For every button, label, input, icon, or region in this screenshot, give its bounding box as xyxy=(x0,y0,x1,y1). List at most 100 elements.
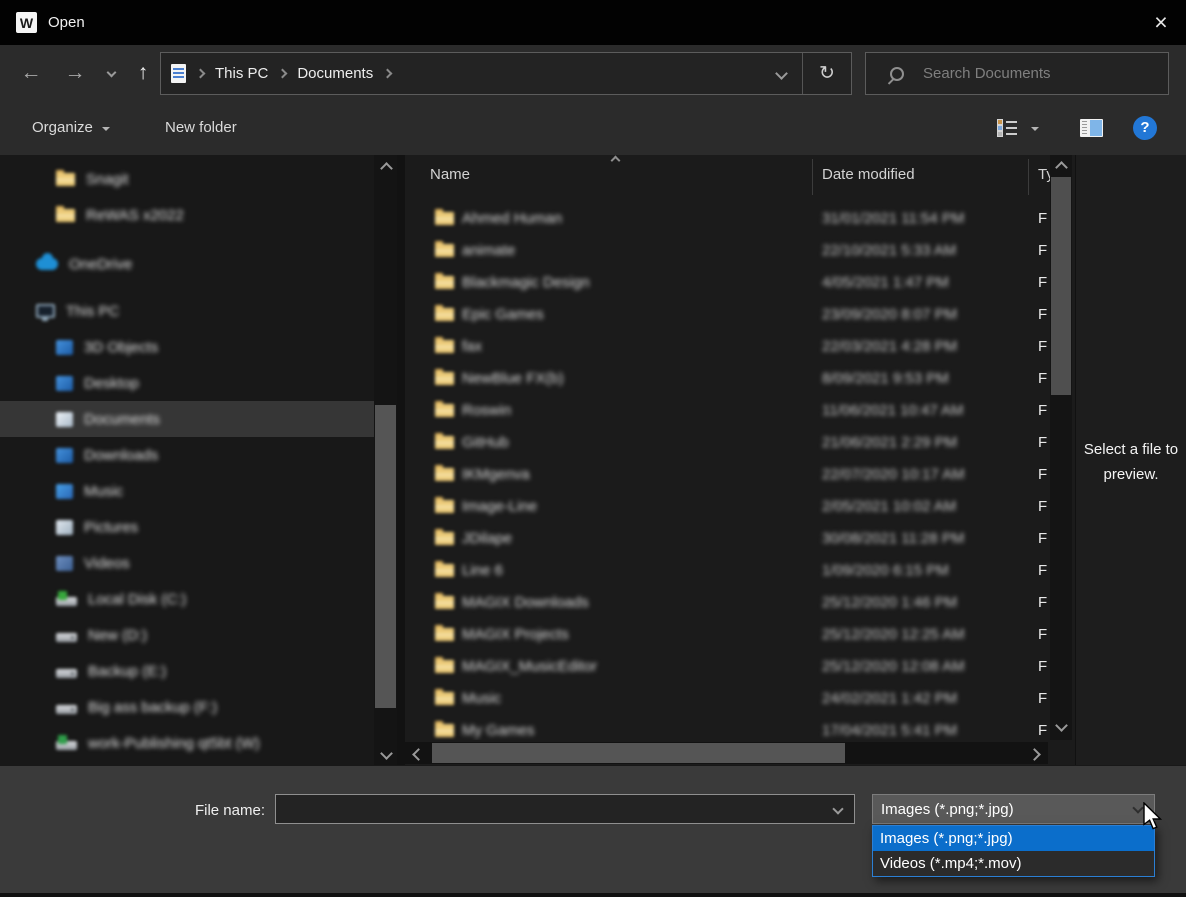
scroll-down-icon[interactable] xyxy=(1055,719,1068,732)
sidebar-item[interactable]: This PC xyxy=(0,293,374,329)
column-divider[interactable] xyxy=(1028,159,1029,195)
organize-button[interactable]: Organize xyxy=(32,100,110,155)
sidebar-item[interactable]: New (D:) xyxy=(0,617,374,653)
scroll-left-icon[interactable] xyxy=(412,748,425,761)
file-row[interactable]: Line 6 1/09/2020 6:15 PM F xyxy=(405,555,1048,587)
column-divider[interactable] xyxy=(812,159,813,195)
sidebar-item[interactable]: Snagit xyxy=(0,161,374,197)
sidebar-item[interactable]: Downloads xyxy=(0,437,374,473)
file-row[interactable]: Roswin 11/06/2021 10:47 AM F xyxy=(405,395,1048,427)
sidebar-item[interactable]: Big ass backup (F:) xyxy=(0,689,374,725)
new-folder-button[interactable]: New folder xyxy=(165,100,237,155)
file-row[interactable]: fax 22/03/2021 4:28 PM F xyxy=(405,331,1048,363)
file-date-modified: 22/10/2021 5:33 AM xyxy=(822,242,956,259)
file-type-option[interactable]: Videos (*.mp4;*.mov) xyxy=(873,851,1154,876)
file-row[interactable]: Epic Games 23/09/2020 8:07 PM F xyxy=(405,299,1048,331)
file-row[interactable]: NewBlue FX(b) 8/09/2021 9:53 PM F xyxy=(405,363,1048,395)
new-folder-label: New folder xyxy=(165,119,237,136)
forward-button[interactable]: → xyxy=(58,45,92,100)
sidebar-item[interactable]: Backup (E:) xyxy=(0,653,374,689)
breadcrumb-chevron-icon xyxy=(383,69,393,79)
column-headers: Name Date modified Ty xyxy=(405,155,1048,199)
sidebar-item[interactable]: Desktop xyxy=(0,365,374,401)
file-row[interactable]: IKMgenva 22/07/2020 10:17 AM F xyxy=(405,459,1048,491)
folder-icon xyxy=(435,660,454,673)
sidebar-item-label: ReWAS x2022 xyxy=(86,207,184,224)
scrollbar-thumb[interactable] xyxy=(1051,177,1071,395)
file-name: Image-Line xyxy=(462,498,537,515)
scroll-right-icon[interactable] xyxy=(1028,748,1041,761)
file-list: Ahmed Human 31/01/2021 11:54 PM F animat… xyxy=(405,203,1048,740)
file-row[interactable]: Music 24/02/2021 1:42 PM F xyxy=(405,683,1048,715)
sidebar-item-icon xyxy=(56,173,75,186)
mouse-cursor xyxy=(1143,802,1163,831)
sidebar-item[interactable]: Music xyxy=(0,473,374,509)
address-bar[interactable]: This PC Documents ↻ xyxy=(160,52,852,95)
column-header-date-modified[interactable]: Date modified xyxy=(822,166,915,183)
folder-tree: Snagit ReWAS x2022 OneDrive This PC 3D O… xyxy=(0,155,374,765)
refresh-button[interactable]: ↻ xyxy=(803,62,851,85)
horizontal-scrollbar[interactable] xyxy=(405,742,1048,764)
file-type-select[interactable]: Images (*.png;*.jpg) xyxy=(872,794,1155,824)
sidebar-item[interactable]: work-Publishing qt5bt (W) xyxy=(0,725,374,761)
file-type: F xyxy=(1038,210,1047,227)
command-toolbar: Organize New folder ? xyxy=(0,100,1186,155)
sidebar-item[interactable]: Videos xyxy=(0,545,374,581)
sidebar-item[interactable]: Local Disk (C:) xyxy=(0,581,374,617)
file-type-option[interactable]: Images (*.png;*.jpg) xyxy=(873,826,1154,851)
breadcrumb-item[interactable]: This PC xyxy=(215,65,268,82)
sidebar-item[interactable]: Documents xyxy=(0,401,374,437)
sidebar-item[interactable]: Pictures xyxy=(0,509,374,545)
sidebar-item[interactable]: ReWAS x2022 xyxy=(0,197,374,233)
main-area: Snagit ReWAS x2022 OneDrive This PC 3D O… xyxy=(0,155,1186,765)
preview-pane-button[interactable] xyxy=(1080,100,1103,155)
sidebar-item-label: Downloads xyxy=(84,447,158,464)
up-button[interactable]: ↑ xyxy=(128,45,158,100)
file-name: Roswin xyxy=(462,402,511,419)
file-type: F xyxy=(1038,626,1047,643)
document-icon xyxy=(171,64,186,83)
sidebar-item[interactable]: 3D Objects xyxy=(0,329,374,365)
recent-locations-button[interactable] xyxy=(98,45,124,100)
scrollbar-thumb[interactable] xyxy=(432,743,845,763)
preview-pane-icon xyxy=(1080,119,1103,137)
sidebar-item-label: New (D:) xyxy=(88,627,147,644)
window-bottom-edge xyxy=(0,893,1186,897)
file-row[interactable]: My Games 17/04/2021 5:41 PM F xyxy=(405,715,1048,740)
scroll-up-icon[interactable] xyxy=(380,162,393,175)
file-row[interactable]: animate 22/10/2021 5:33 AM F xyxy=(405,235,1048,267)
file-name-input[interactable] xyxy=(276,795,826,825)
sidebar-scrollbar[interactable] xyxy=(374,155,397,765)
address-dropdown-button[interactable] xyxy=(760,53,802,94)
file-date-modified: 25/12/2020 12:08 AM xyxy=(822,658,965,675)
breadcrumb-item[interactable]: Documents xyxy=(297,65,373,82)
search-input[interactable] xyxy=(921,64,1155,83)
file-row[interactable]: MAGIX_MusicEditor 25/12/2020 12:08 AM F xyxy=(405,651,1048,683)
file-name: Blackmagic Design xyxy=(462,274,590,291)
file-row[interactable]: Ahmed Human 31/01/2021 11:54 PM F xyxy=(405,203,1048,235)
file-list-scrollbar[interactable] xyxy=(1050,155,1072,740)
file-name: MAGIX Projects xyxy=(462,626,569,643)
help-button[interactable]: ? xyxy=(1133,100,1157,155)
file-row[interactable]: GitHub 21/06/2021 2:29 PM F xyxy=(405,427,1048,459)
column-header-name[interactable]: Name xyxy=(430,166,470,183)
sidebar-item[interactable]: OneDrive xyxy=(0,246,374,282)
file-row[interactable]: MAGIX Projects 25/12/2020 12:25 AM F xyxy=(405,619,1048,651)
file-row[interactable]: JDilape 30/08/2021 11:28 PM F xyxy=(405,523,1048,555)
close-button[interactable]: × xyxy=(1136,0,1186,45)
sidebar-item-icon xyxy=(36,304,55,318)
breadcrumb: This PC Documents xyxy=(186,65,402,82)
file-row[interactable]: Image-Line 2/05/2021 10:02 AM F xyxy=(405,491,1048,523)
scrollbar-thumb[interactable] xyxy=(375,405,396,708)
view-mode-button[interactable] xyxy=(998,100,1039,155)
sidebar-item-label: work-Publishing qt5bt (W) xyxy=(88,735,260,752)
sidebar-item-icon xyxy=(56,340,73,355)
file-row[interactable]: Blackmagic Design 4/05/2021 1:47 PM F xyxy=(405,267,1048,299)
scroll-up-icon[interactable] xyxy=(1055,161,1068,174)
file-date-modified: 1/09/2020 6:15 PM xyxy=(822,562,949,579)
chevron-down-icon[interactable] xyxy=(832,803,843,814)
scroll-down-icon[interactable] xyxy=(380,747,393,760)
back-button[interactable]: ← xyxy=(14,45,48,100)
preview-message: Select a file to preview. xyxy=(1076,437,1186,487)
file-row[interactable]: MAGIX Downloads 25/12/2020 1:46 PM F xyxy=(405,587,1048,619)
